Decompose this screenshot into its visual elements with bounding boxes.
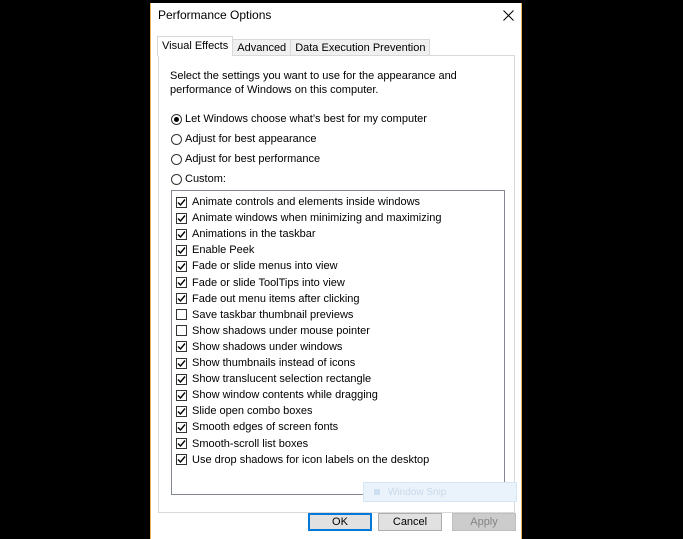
effect-label: Fade or slide menus into view <box>192 260 338 273</box>
check-icon <box>177 359 186 367</box>
radio-label: Custom: <box>185 173 226 185</box>
effect-item[interactable]: Animate windows when minimizing and maxi… <box>176 210 441 226</box>
effect-item[interactable]: Show thumbnails instead of icons <box>176 355 355 371</box>
check-icon <box>177 391 186 399</box>
window-title: Performance Options <box>158 8 272 22</box>
effect-item[interactable]: Show translucent selection rectangle <box>176 371 371 387</box>
effect-item[interactable]: Slide open combo boxes <box>176 403 312 419</box>
radio-let-windows-choose[interactable]: Let Windows choose what’s best for my co… <box>171 111 427 127</box>
ok-button[interactable]: OK <box>308 513 372 531</box>
window-snip-label: Window Snip <box>388 486 447 498</box>
effects-checkbox-list[interactable]: Animate controls and elements inside win… <box>171 190 505 495</box>
effect-item[interactable]: Show shadows under mouse pointer <box>176 323 370 339</box>
radio-label: Let Windows choose what’s best for my co… <box>185 113 427 125</box>
checkbox-checked[interactable] <box>176 454 187 466</box>
effect-item[interactable]: Smooth edges of screen fonts <box>176 419 338 435</box>
checkbox-checked[interactable] <box>176 341 187 353</box>
check-icon <box>177 198 186 206</box>
effect-label: Show thumbnails instead of icons <box>192 357 356 369</box>
effect-label: Show shadows under mouse pointer <box>192 324 370 337</box>
checkbox-checked[interactable] <box>176 244 187 256</box>
effect-item[interactable]: Animate controls and elements inside win… <box>176 194 420 210</box>
effect-label: Slide open combo boxes <box>192 405 313 418</box>
performance-options-dialog: Performance Options Visual Effects Advan… <box>150 3 522 539</box>
cancel-button[interactable]: Cancel <box>378 513 442 531</box>
checkbox-unchecked[interactable] <box>176 325 187 337</box>
tab-strip: Visual Effects Advanced Data Execution P… <box>157 36 431 56</box>
check-icon <box>177 246 186 254</box>
effect-label: Use drop shadows for icon labels on the … <box>192 453 430 466</box>
snip-square-icon <box>374 489 380 495</box>
effect-label: Show shadows under windows <box>192 340 343 353</box>
check-icon <box>177 440 186 448</box>
radio-indicator[interactable] <box>171 113 182 125</box>
checkbox-checked[interactable] <box>176 196 187 208</box>
apply-button[interactable]: Apply <box>452 513 516 531</box>
check-icon <box>177 456 186 464</box>
effect-item[interactable]: Enable Peek <box>176 242 254 258</box>
checkbox-checked[interactable] <box>176 373 187 385</box>
radio-best-performance[interactable]: Adjust for best performance <box>171 151 320 167</box>
tab-advanced[interactable]: Advanced <box>232 39 292 56</box>
check-icon <box>177 295 186 303</box>
radio-indicator[interactable] <box>171 133 182 145</box>
checkbox-checked[interactable] <box>176 293 187 305</box>
checkbox-checked[interactable] <box>176 260 187 272</box>
check-icon <box>177 423 186 431</box>
tab-data-execution-prevention[interactable]: Data Execution Prevention <box>290 39 431 56</box>
effect-item[interactable]: Fade or slide menus into view <box>176 258 338 274</box>
checkbox-checked[interactable] <box>176 389 187 401</box>
effect-label: Save taskbar thumbnail previews <box>192 308 354 321</box>
check-icon <box>177 230 186 238</box>
checkbox-unchecked[interactable] <box>176 309 187 321</box>
effect-item[interactable]: Animations in the taskbar <box>176 226 316 242</box>
effect-item[interactable]: Show window contents while dragging <box>176 387 378 403</box>
checkbox-checked[interactable] <box>176 228 187 240</box>
radio-indicator[interactable] <box>171 153 182 165</box>
radio-indicator[interactable] <box>171 173 182 185</box>
check-icon <box>177 375 186 383</box>
checkbox-checked[interactable] <box>176 357 187 369</box>
effect-label: Enable Peek <box>192 244 255 257</box>
effect-label: Animations in the taskbar <box>192 228 316 241</box>
tab-visual-effects[interactable]: Visual Effects <box>157 36 234 56</box>
visual-effects-panel: Select the settings you want to use for … <box>158 55 515 513</box>
radio-custom[interactable]: Custom: <box>171 171 226 187</box>
window-snip-overlay: Window Snip <box>363 482 517 502</box>
effect-label: Show translucent selection rectangle <box>192 373 372 386</box>
effect-item[interactable]: Fade or slide ToolTips into view <box>176 275 345 291</box>
effect-label: Smooth edges of screen fonts <box>192 421 339 434</box>
check-icon <box>177 279 186 287</box>
effect-item[interactable]: Show shadows under windows <box>176 339 342 355</box>
radio-best-appearance[interactable]: Adjust for best appearance <box>171 131 316 147</box>
check-icon <box>177 214 186 222</box>
check-icon <box>177 343 186 351</box>
checkbox-checked[interactable] <box>176 438 187 449</box>
check-icon <box>177 262 186 270</box>
checkbox-checked[interactable] <box>176 277 187 288</box>
effect-label: Smooth-scroll list boxes <box>192 437 309 450</box>
effect-label: Animate windows when minimizing and maxi… <box>192 212 442 225</box>
radio-label: Adjust for best performance <box>185 153 321 165</box>
intro-text: Select the settings you want to use for … <box>170 70 457 96</box>
check-icon <box>177 407 186 415</box>
effect-label: Show window contents while dragging <box>192 389 378 402</box>
effect-label: Fade out menu items after clicking <box>192 292 360 305</box>
radio-label: Adjust for best appearance <box>185 133 317 145</box>
effect-label: Animate controls and elements inside win… <box>192 196 421 208</box>
effect-label: Fade or slide ToolTips into view <box>192 276 345 289</box>
effect-item[interactable]: Smooth-scroll list boxes <box>176 436 308 452</box>
close-button[interactable] <box>499 6 517 24</box>
effect-item[interactable]: Save taskbar thumbnail previews <box>176 307 353 323</box>
effect-item[interactable]: Fade out menu items after clicking <box>176 291 360 307</box>
checkbox-checked[interactable] <box>176 405 187 417</box>
effect-item[interactable]: Use drop shadows for icon labels on the … <box>176 452 429 468</box>
checkbox-checked[interactable] <box>176 421 187 433</box>
close-icon <box>502 9 514 21</box>
checkbox-checked[interactable] <box>176 212 187 224</box>
